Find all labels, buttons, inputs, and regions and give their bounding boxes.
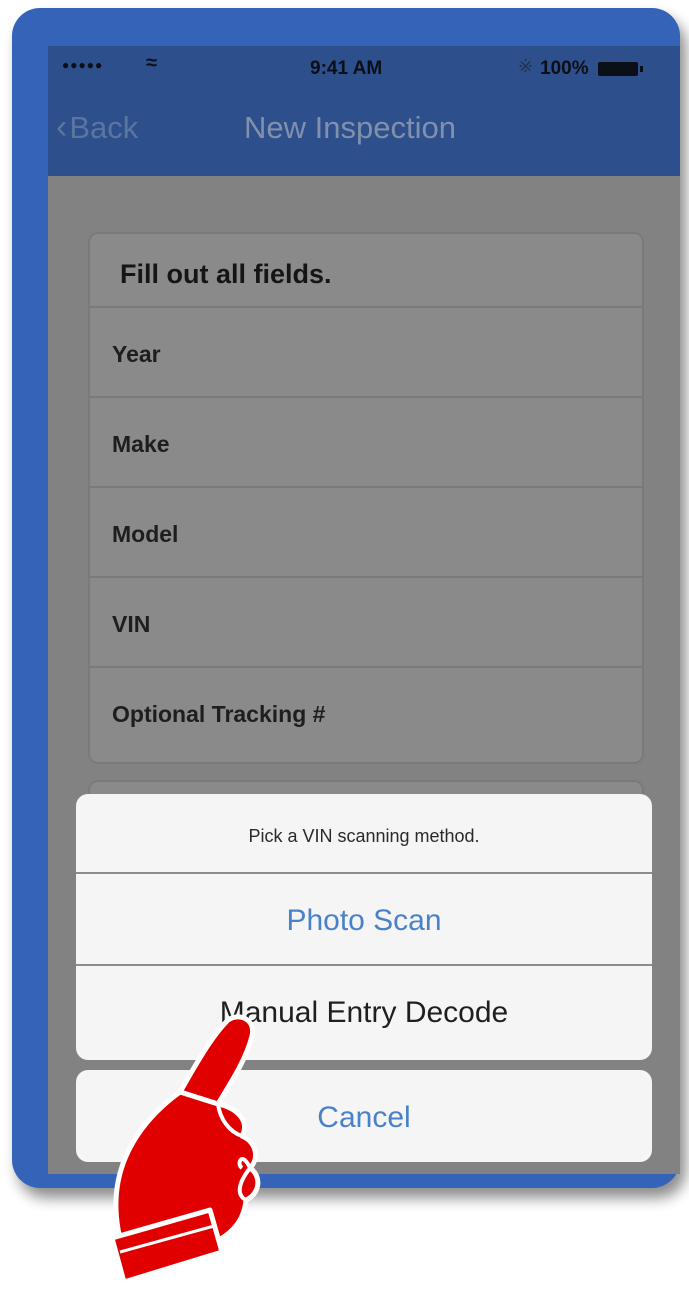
action-sheet-title: Pick a VIN scanning method. bbox=[76, 794, 652, 874]
battery-icon bbox=[598, 62, 643, 76]
photo-scan-button[interactable]: Photo Scan bbox=[76, 874, 652, 966]
field-year[interactable]: Year bbox=[90, 308, 642, 398]
inspection-form: Fill out all fields. Year Make Model VIN… bbox=[88, 232, 644, 764]
navigation-bar: ●●●●● ≈ 9:41 AM ※ 100% ‹Back New Inspect… bbox=[48, 46, 680, 176]
back-button[interactable]: ‹Back bbox=[56, 108, 138, 147]
field-make[interactable]: Make bbox=[90, 398, 642, 488]
field-vin[interactable]: VIN bbox=[90, 578, 642, 668]
form-header: Fill out all fields. bbox=[90, 234, 642, 308]
pointing-hand-icon bbox=[109, 1014, 261, 1285]
page-title: New Inspection bbox=[244, 110, 456, 145]
field-model[interactable]: Model bbox=[90, 488, 642, 578]
battery-percentage: 100% bbox=[540, 58, 589, 79]
field-tracking-number[interactable]: Optional Tracking # bbox=[90, 668, 642, 758]
chevron-left-icon: ‹ bbox=[56, 108, 68, 146]
wifi-icon: ≈ bbox=[146, 52, 157, 74]
status-bar: ●●●●● ≈ 9:41 AM ※ 100% bbox=[48, 46, 680, 90]
signal-strength-icon: ●●●●● bbox=[62, 58, 104, 72]
status-time: 9:41 AM bbox=[310, 58, 383, 79]
bluetooth-icon: ※ bbox=[518, 56, 534, 76]
back-button-label: Back bbox=[69, 110, 139, 145]
